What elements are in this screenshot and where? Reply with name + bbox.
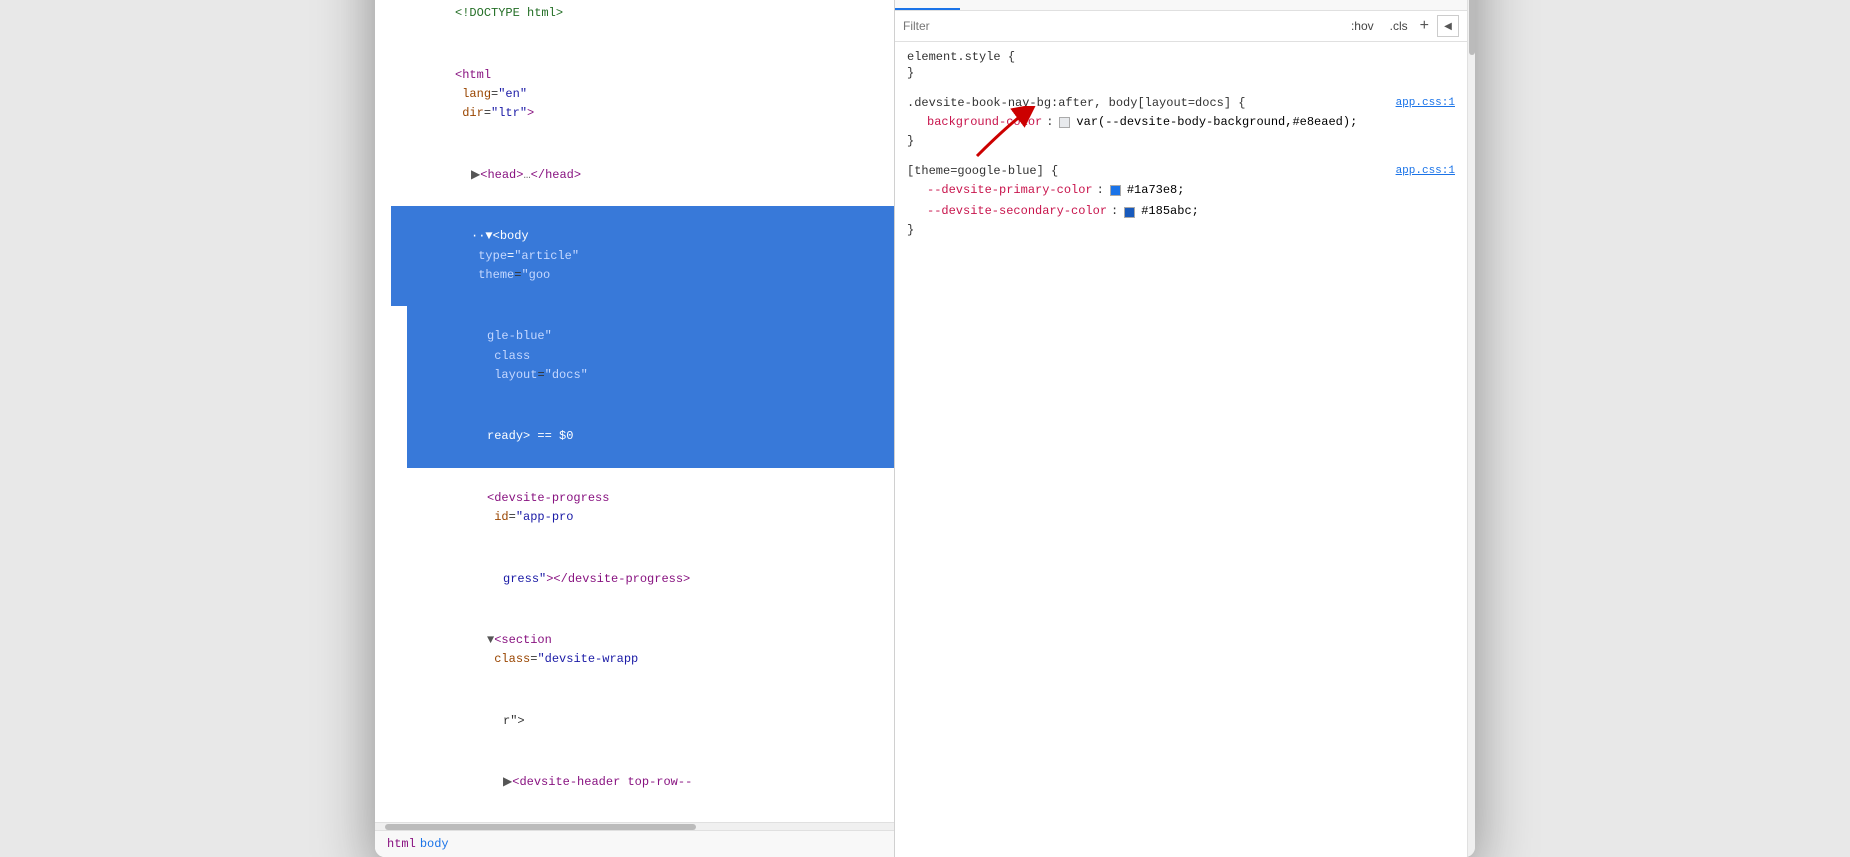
tab-styles[interactable]: Styles bbox=[895, 0, 960, 10]
dom-horizontal-scrollbar[interactable] bbox=[375, 822, 894, 830]
filter-input[interactable] bbox=[903, 19, 1339, 33]
css-property-secondary-color: --devsite-secondary-color : #185abc; bbox=[907, 201, 1455, 223]
dom-line-doctype: <!DOCTYPE html> bbox=[375, 0, 894, 45]
css-rule-theme-google-blue: [theme=google-blue] { app.css:1 --devsit… bbox=[907, 164, 1455, 237]
tab-dom-breakpoints[interactable]: DOM Breakpoints bbox=[1230, 0, 1357, 10]
breadcrumb-html[interactable]: html bbox=[387, 837, 416, 851]
breadcrumb-body[interactable]: body bbox=[420, 837, 449, 851]
dom-line-section[interactable]: ▼<section class="devsite-wrapp bbox=[407, 610, 894, 691]
dom-tree[interactable]: <!DOCTYPE html> <html lang="en" dir="ltr… bbox=[375, 0, 894, 822]
dom-line-devsite-progress2[interactable]: gress"></devsite-progress> bbox=[423, 548, 894, 610]
css-close-brace2: } bbox=[907, 134, 1455, 148]
css-property-primary-color: --devsite-primary-color : #1a73e8; bbox=[907, 180, 1455, 202]
dom-line-body-cont1: gle-blue" class layout="docs" bbox=[407, 306, 894, 406]
css-selector-devsite: .devsite-book-nav-bg:after, body[layout=… bbox=[907, 96, 1455, 110]
styles-scrollbar[interactable] bbox=[1467, 0, 1475, 857]
breadcrumb: html body bbox=[375, 830, 894, 857]
css-rule-devsite: .devsite-book-nav-bg:after, body[layout=… bbox=[907, 96, 1455, 148]
devtools-window: DevTools - developers.google.com/web/too… bbox=[375, 0, 1475, 857]
toggle-sidebar-button[interactable]: ◀ bbox=[1437, 15, 1459, 37]
dom-panel: <!DOCTYPE html> <html lang="en" dir="ltr… bbox=[375, 0, 895, 857]
color-swatch-e8eaed[interactable] bbox=[1059, 117, 1070, 128]
css-close-brace3: } bbox=[907, 223, 1455, 237]
dom-line-devsite-progress[interactable]: <devsite-progress id="app-pro bbox=[407, 468, 894, 549]
css-selector-theme: [theme=google-blue] { app.css:1 bbox=[907, 164, 1455, 178]
dom-line-html[interactable]: <html lang="en" dir="ltr"> bbox=[375, 45, 894, 145]
css-property-bg-color: background-color : var(--devsite-body-ba… bbox=[907, 112, 1455, 134]
filter-actions: :hov .cls + ◀ bbox=[1347, 15, 1459, 37]
styles-panel: Styles Computed Layout Event Listeners D… bbox=[895, 0, 1467, 857]
styles-tab-bar: Styles Computed Layout Event Listeners D… bbox=[895, 0, 1467, 11]
styles-tab-more[interactable]: » bbox=[1357, 0, 1383, 10]
dom-line-section2: r"> bbox=[423, 691, 894, 753]
styles-filter-bar: :hov .cls + ◀ bbox=[895, 11, 1467, 42]
hov-button[interactable]: :hov bbox=[1347, 17, 1378, 35]
tab-computed[interactable]: Computed bbox=[960, 0, 1047, 10]
tab-layout[interactable]: Layout bbox=[1047, 0, 1115, 10]
add-style-button[interactable]: + bbox=[1420, 17, 1429, 35]
css-close-brace: } bbox=[907, 66, 1455, 80]
color-swatch-185abc[interactable] bbox=[1124, 207, 1135, 218]
styles-scrollbar-thumb[interactable] bbox=[1469, 0, 1475, 55]
dom-line-body[interactable]: ··▼<body type="article" theme="goo bbox=[391, 206, 894, 306]
dom-scrollbar-thumb[interactable] bbox=[385, 824, 696, 830]
dom-line-head[interactable]: ▶<head>…</head> bbox=[391, 145, 894, 207]
dom-line-body-cont2: ready> == $0 bbox=[407, 406, 894, 468]
cls-button[interactable]: .cls bbox=[1386, 17, 1412, 35]
css-file-ref-theme[interactable]: app.css:1 bbox=[1396, 165, 1455, 177]
color-swatch-1a73e8[interactable] bbox=[1110, 185, 1121, 196]
main-content: <!DOCTYPE html> <html lang="en" dir="ltr… bbox=[375, 0, 1475, 857]
css-file-ref-devsite[interactable]: app.css:1 bbox=[1396, 97, 1455, 109]
css-selector-element-style: element.style { bbox=[907, 50, 1455, 64]
tab-event-listeners[interactable]: Event Listeners bbox=[1115, 0, 1230, 10]
styles-content[interactable]: element.style { } .devsite-book-nav-bg:a… bbox=[895, 42, 1467, 857]
css-rule-element-style: element.style { } bbox=[907, 50, 1455, 80]
dom-line-header[interactable]: ▶<devsite-header top-row-- bbox=[423, 752, 894, 814]
